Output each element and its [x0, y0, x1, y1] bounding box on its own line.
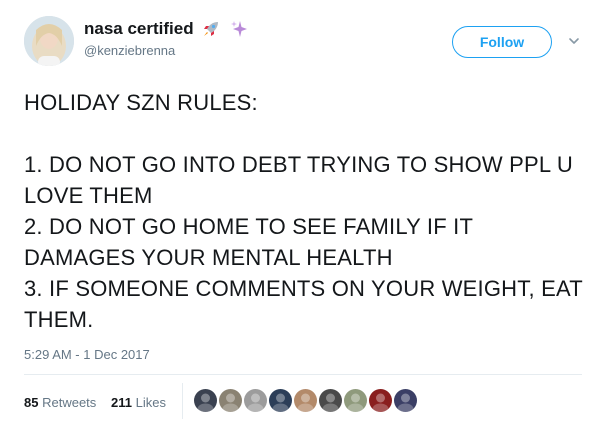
liker-avatar[interactable]: [269, 389, 292, 412]
likes-count: 211: [111, 395, 132, 410]
liker-avatar[interactable]: [244, 389, 267, 412]
tweet-header: nasa certified @kenziebrenna Follow: [24, 16, 584, 72]
avatar-image: [24, 16, 74, 66]
retweets-count: 85: [24, 395, 39, 410]
author-block: nasa certified @kenziebrenna: [84, 18, 250, 60]
liker-avatar[interactable]: [194, 389, 217, 412]
follow-button[interactable]: Follow: [452, 26, 552, 58]
tweet-stats: 85 Retweets 211 Likes: [24, 375, 582, 427]
likes-label: Likes: [135, 395, 166, 410]
likes-stat[interactable]: 211 Likes: [111, 395, 166, 410]
retweets-stat[interactable]: 85 Retweets: [24, 395, 96, 410]
liker-avatars: [194, 389, 417, 412]
handle[interactable]: @kenziebrenna: [84, 42, 250, 60]
liker-avatar[interactable]: [219, 389, 242, 412]
retweets-label: Retweets: [42, 395, 97, 410]
sparkles-icon: [228, 18, 250, 40]
liker-avatar[interactable]: [394, 389, 417, 412]
avatar[interactable]: [24, 16, 74, 66]
chevron-down-icon[interactable]: [567, 34, 581, 48]
liker-avatar[interactable]: [294, 389, 317, 412]
tweet-text: HOLIDAY SZN RULES: 1. DO NOT GO INTO DEB…: [24, 90, 583, 332]
stats-divider: [182, 383, 183, 419]
rocket-icon: [200, 18, 222, 40]
timestamp[interactable]: 5:29 AM - 1 Dec 2017: [24, 347, 150, 362]
liker-avatar[interactable]: [344, 389, 367, 412]
tweet-card: nasa certified @kenziebrenna Follow HOLI…: [0, 0, 607, 428]
liker-avatar[interactable]: [319, 389, 342, 412]
liker-avatar[interactable]: [369, 389, 392, 412]
display-name[interactable]: nasa certified: [84, 18, 194, 40]
